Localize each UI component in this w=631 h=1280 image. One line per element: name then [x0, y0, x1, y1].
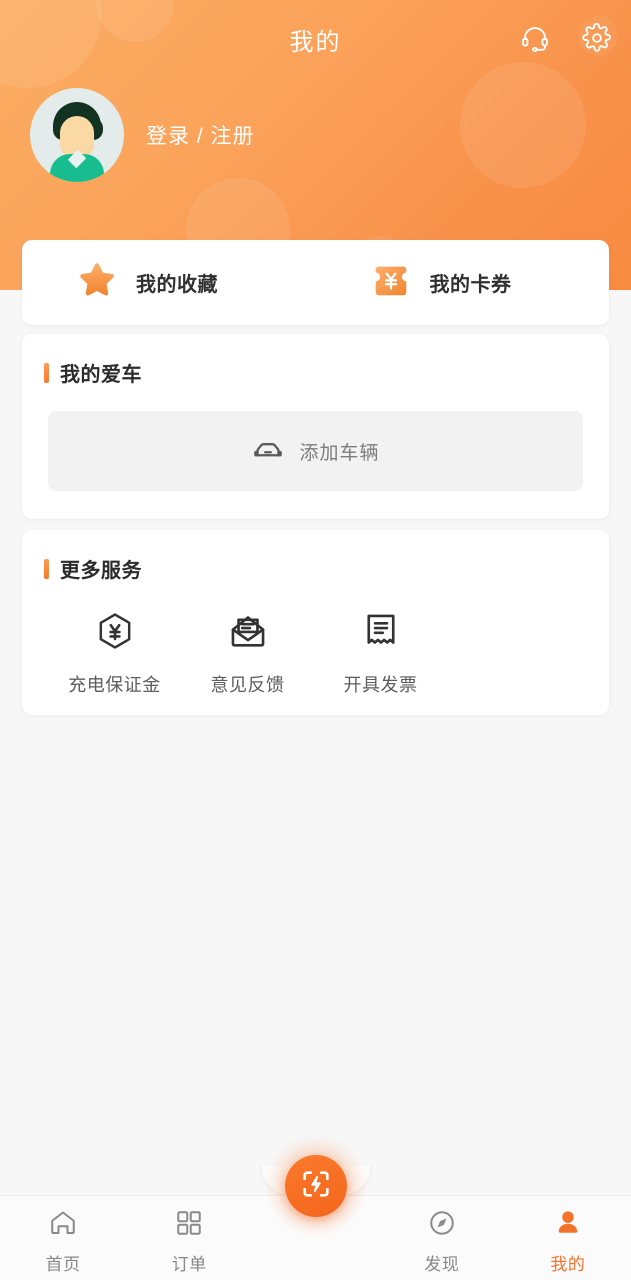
more-services-section-header: 更多服务: [22, 530, 609, 583]
feedback-button[interactable]: 意见反馈: [181, 610, 314, 697]
my-coupons-button[interactable]: 我的卡券: [316, 259, 610, 306]
add-vehicle-button[interactable]: 添加车辆: [48, 411, 583, 491]
header-actions: [517, 22, 615, 58]
profile-row[interactable]: 登录 / 注册: [30, 88, 255, 182]
tab-discover[interactable]: 发现: [379, 1196, 505, 1280]
headset-icon: [520, 23, 550, 58]
feedback-label: 意见反馈: [210, 675, 285, 695]
settings-button[interactable]: [579, 22, 615, 58]
accent-bar: [44, 362, 49, 383]
issue-invoice-label: 开具发票: [343, 675, 418, 695]
tab-home-label: 首页: [45, 1255, 81, 1274]
more-services-card: 更多服务 充电保证金 意见反馈 开具发票: [22, 530, 609, 715]
compass-icon: [427, 1208, 457, 1243]
scan-charge-icon: [299, 1167, 333, 1206]
services-grid: 充电保证金 意见反馈 开具发票: [22, 610, 609, 697]
scan-charge-button[interactable]: [258, 1128, 374, 1244]
my-car-section-header: 我的爱车: [22, 334, 609, 387]
add-vehicle-label: 添加车辆: [299, 442, 380, 464]
receipt-icon: [360, 610, 402, 657]
gear-icon: [582, 22, 612, 58]
person-icon: [553, 1208, 583, 1243]
coupon-icon: [370, 259, 412, 306]
home-icon: [48, 1208, 78, 1243]
tab-mine-label: 我的: [550, 1255, 586, 1274]
quick-actions-card: 我的收藏 我的卡券: [22, 240, 609, 325]
car-icon: [251, 432, 285, 471]
charging-deposit-button[interactable]: 充电保证金: [48, 610, 181, 697]
hexagon-yuan-icon: [94, 610, 136, 657]
my-car-section-title: 我的爱车: [60, 364, 142, 386]
my-favorites-label: 我的收藏: [136, 274, 218, 296]
tab-mine[interactable]: 我的: [505, 1196, 631, 1280]
avatar[interactable]: [30, 88, 124, 182]
my-car-card: 我的爱车 添加车辆: [22, 334, 609, 519]
tab-orders-label: 订单: [171, 1255, 207, 1274]
page-title: 我的: [289, 28, 342, 56]
more-services-section-title: 更多服务: [60, 560, 142, 582]
fab-circle: [284, 1155, 347, 1217]
star-icon: [76, 259, 118, 306]
customer-support-button[interactable]: [517, 22, 553, 58]
grid-icon: [174, 1208, 204, 1243]
my-favorites-button[interactable]: 我的收藏: [22, 259, 316, 306]
charging-deposit-label: 充电保证金: [68, 675, 161, 695]
my-coupons-label: 我的卡券: [429, 274, 512, 296]
app-root: 我的 登录 / 注册 我的收藏 我的卡券 我的爱车 添加车辆 更多服务 充电保证…: [0, 0, 631, 1280]
login-register-link[interactable]: 登录 / 注册: [146, 120, 255, 150]
tab-orders[interactable]: 订单: [126, 1196, 252, 1280]
accent-bar: [44, 558, 49, 579]
tab-home[interactable]: 首页: [0, 1196, 126, 1280]
envelope-icon: [227, 610, 269, 657]
issue-invoice-button[interactable]: 开具发票: [314, 610, 447, 697]
decorative-circle: [460, 62, 586, 188]
tab-discover-label: 发现: [424, 1255, 460, 1274]
